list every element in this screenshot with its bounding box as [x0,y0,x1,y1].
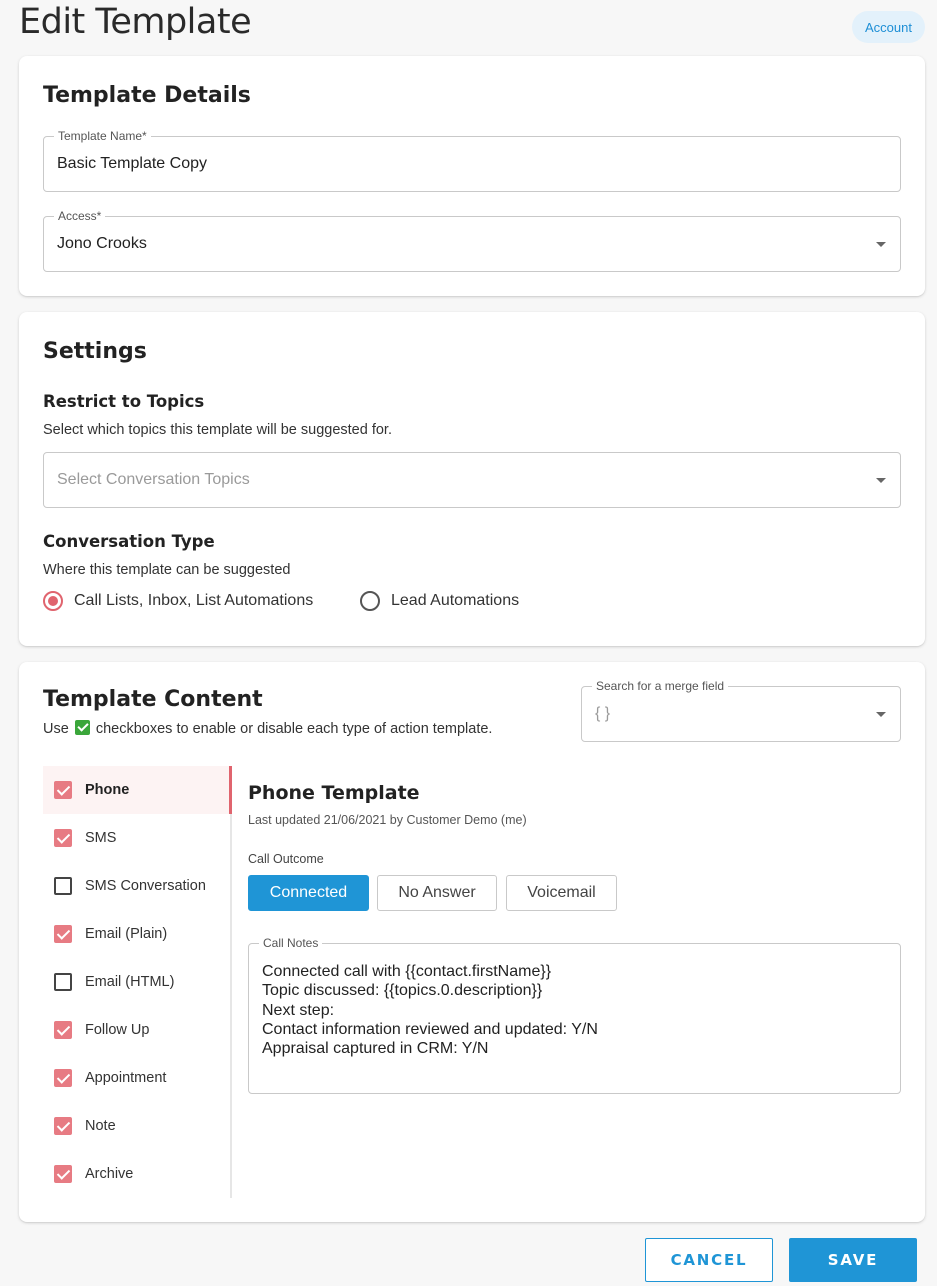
checkbox[interactable] [54,1117,72,1135]
action-type-list: Phone SMS SMS Conversation Email (Plain)… [43,766,232,1198]
radio-lead-automations-label[interactable]: Lead Automations [391,592,519,610]
checkbox[interactable] [54,829,72,847]
checkbox-icon [74,720,90,735]
topics-placeholder: Select Conversation Topics [57,471,250,488]
topics-help: Select which topics this template will b… [43,422,392,438]
merge-field-input[interactable]: { } [595,705,610,723]
panel-title: Phone Template [248,782,420,804]
action-type-appointment[interactable]: Appointment [43,1054,231,1102]
action-type-label: Phone [85,782,130,798]
checkbox[interactable] [54,973,72,991]
action-type-phone[interactable]: Phone [43,766,232,814]
call-outcome-label: Call Outcome [248,852,324,866]
call-notes-text[interactable]: Connected call with {{contact.firstName}… [262,962,598,1058]
topics-select[interactable]: Select Conversation Topics [43,452,901,508]
merge-field-label: Search for a merge field [592,679,729,693]
checkbox[interactable] [54,1021,72,1039]
radio-call-lists-label[interactable]: Call Lists, Inbox, List Automations [74,592,313,610]
access-value: Jono Crooks [57,235,147,252]
template-content-title: Template Content [43,687,263,712]
checkbox[interactable] [54,1165,72,1183]
template-name-field[interactable]: Template Name* Basic Template Copy [43,129,901,192]
checkbox[interactable] [54,925,72,943]
action-type-label: Archive [85,1166,134,1182]
cancel-button[interactable]: CANCEL [645,1238,773,1282]
conversation-type-help: Where this template can be suggested [43,562,291,578]
action-type-archive[interactable]: Archive [43,1150,231,1198]
action-type-label: Note [85,1118,116,1134]
last-updated-text: Last updated 21/06/2021 by Customer Demo… [248,813,527,827]
merge-field-search[interactable]: Search for a merge field { } [581,679,901,742]
account-button[interactable]: Account [852,11,925,43]
chevron-down-icon[interactable] [876,712,886,717]
checkbox[interactable] [54,1069,72,1087]
checkbox[interactable] [54,781,72,799]
action-type-follow-up[interactable]: Follow Up [43,1006,231,1054]
template-details-card: Template Details Template Name* Basic Te… [19,56,925,296]
chevron-down-icon[interactable] [876,478,886,483]
action-type-email-html[interactable]: Email (HTML) [43,958,231,1006]
action-type-label: Appointment [85,1070,167,1086]
action-type-label: Follow Up [85,1022,150,1038]
action-type-sms-conversation[interactable]: SMS Conversation [43,862,231,910]
call-notes-field[interactable]: Call Notes Connected call with {{contact… [248,936,901,1094]
settings-title: Settings [43,339,147,364]
action-type-label: Email (HTML) [85,974,175,990]
outcome-connected-button[interactable]: Connected [248,875,369,911]
action-type-email-plain[interactable]: Email (Plain) [43,910,231,958]
action-type-label: SMS Conversation [85,878,206,894]
access-label: Access* [54,209,106,223]
conversation-type-heading: Conversation Type [43,532,215,551]
call-notes-label: Call Notes [259,936,323,950]
action-type-label: Email (Plain) [85,926,168,942]
page-title: Edit Template [19,2,252,42]
action-type-sms[interactable]: SMS [43,814,231,862]
save-button[interactable]: SAVE [789,1238,917,1282]
outcome-no-answer-button[interactable]: No Answer [377,875,497,911]
outcome-voicemail-button[interactable]: Voicemail [506,875,617,911]
action-type-note[interactable]: Note [43,1102,231,1150]
access-select[interactable]: Access* Jono Crooks [43,209,901,272]
template-details-title: Template Details [43,83,251,108]
template-content-help: Use checkboxes to enable or disable each… [43,720,493,737]
topics-heading: Restrict to Topics [43,392,205,411]
template-name-value[interactable]: Basic Template Copy [57,155,207,173]
radio-call-lists[interactable] [43,591,63,611]
template-name-label: Template Name* [54,129,151,143]
checkbox[interactable] [54,877,72,895]
settings-card: Settings Restrict to Topics Select which… [19,312,925,646]
action-type-label: SMS [85,830,117,846]
template-content-card: Template Content Use checkboxes to enabl… [19,662,925,1222]
chevron-down-icon[interactable] [876,242,886,247]
radio-lead-automations[interactable] [360,591,380,611]
